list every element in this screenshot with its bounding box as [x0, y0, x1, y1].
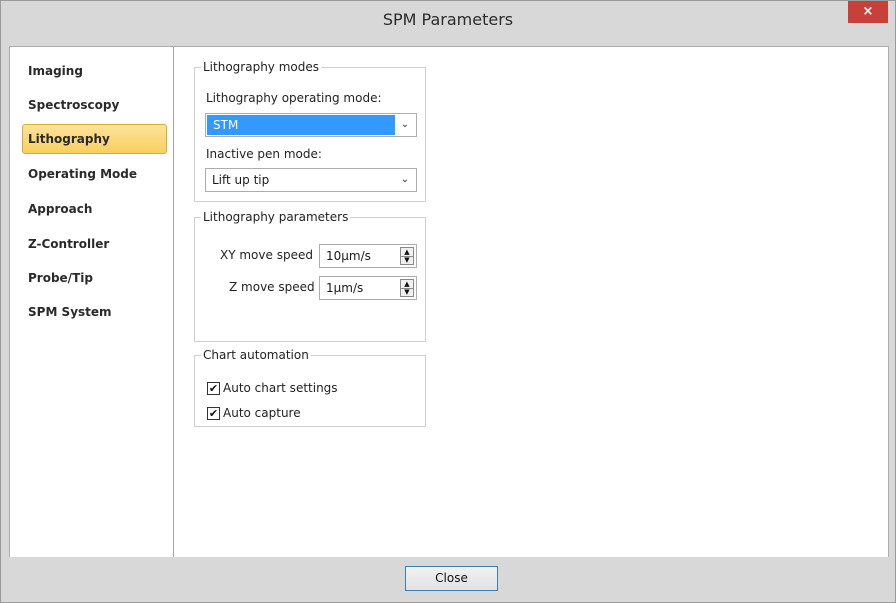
- lithography-modes-group: Lithography modes Lithography operating …: [194, 60, 426, 202]
- inactive-pen-mode-label: Inactive pen mode:: [206, 147, 322, 161]
- window-title: SPM Parameters: [382, 10, 514, 29]
- operating-mode-dropdown[interactable]: STM ⌄: [205, 113, 417, 137]
- operating-mode-value: STM: [207, 115, 395, 135]
- xy-move-speed-spinbox[interactable]: 10µm/s ▲ ▼: [319, 244, 417, 268]
- chart-automation-legend: Chart automation: [203, 348, 309, 362]
- lithography-panel: Lithography modes Lithography operating …: [174, 47, 887, 557]
- sidebar-item-approach[interactable]: Approach: [22, 194, 167, 224]
- chevron-down-icon: ⌄: [400, 174, 410, 185]
- xy-move-speed-value: 10µm/s: [326, 249, 371, 263]
- sidebar-item-operating-mode[interactable]: Operating Mode: [22, 159, 167, 189]
- dialog-client-area: Imaging Spectroscopy Lithography Operati…: [9, 46, 889, 558]
- chevron-down-icon: ⌄: [400, 119, 410, 130]
- close-button[interactable]: Close: [405, 566, 498, 591]
- z-move-speed-label: Z move speed: [229, 280, 315, 294]
- sidebar-item-probe-tip[interactable]: Probe/Tip: [22, 263, 167, 293]
- chart-automation-group: Chart automation ✔ Auto chart settings ✔…: [194, 348, 426, 427]
- z-move-speed-value: 1µm/s: [326, 281, 364, 295]
- sidebar: Imaging Spectroscopy Lithography Operati…: [10, 47, 174, 557]
- inactive-pen-mode-dropdown[interactable]: Lift up tip ⌄: [205, 168, 417, 192]
- inactive-pen-mode-value: Lift up tip: [212, 173, 270, 187]
- title-bar[interactable]: SPM Parameters ×: [1, 1, 895, 38]
- spin-down-icon[interactable]: ▼: [401, 256, 413, 264]
- z-move-speed-spin-buttons: ▲ ▼: [400, 279, 414, 297]
- xy-move-speed-label: XY move speed: [220, 248, 313, 262]
- xy-move-speed-spin-buttons: ▲ ▼: [400, 247, 414, 265]
- sidebar-item-lithography[interactable]: Lithography: [22, 124, 167, 154]
- sidebar-item-spectroscopy[interactable]: Spectroscopy: [22, 90, 167, 120]
- operating-mode-label: Lithography operating mode:: [206, 91, 382, 105]
- spin-down-icon[interactable]: ▼: [401, 288, 413, 296]
- lithography-parameters-legend: Lithography parameters: [203, 210, 349, 224]
- dialog-footer: Close: [1, 557, 895, 602]
- sidebar-item-imaging[interactable]: Imaging: [22, 56, 167, 86]
- auto-capture-label[interactable]: Auto capture: [223, 406, 301, 420]
- auto-capture-checkbox[interactable]: ✔: [207, 407, 220, 420]
- sidebar-item-spm-system[interactable]: SPM System: [22, 297, 167, 327]
- sidebar-item-z-controller[interactable]: Z-Controller: [22, 229, 167, 259]
- spm-parameters-window: SPM Parameters × Imaging Spectroscopy Li…: [0, 0, 896, 603]
- z-move-speed-spinbox[interactable]: 1µm/s ▲ ▼: [319, 276, 417, 300]
- lithography-modes-legend: Lithography modes: [203, 60, 319, 74]
- auto-chart-settings-checkbox[interactable]: ✔: [207, 382, 220, 395]
- window-close-icon[interactable]: ×: [848, 1, 888, 23]
- lithography-parameters-group: Lithography parameters XY move speed 10µ…: [194, 210, 426, 342]
- auto-chart-settings-label[interactable]: Auto chart settings: [223, 381, 338, 395]
